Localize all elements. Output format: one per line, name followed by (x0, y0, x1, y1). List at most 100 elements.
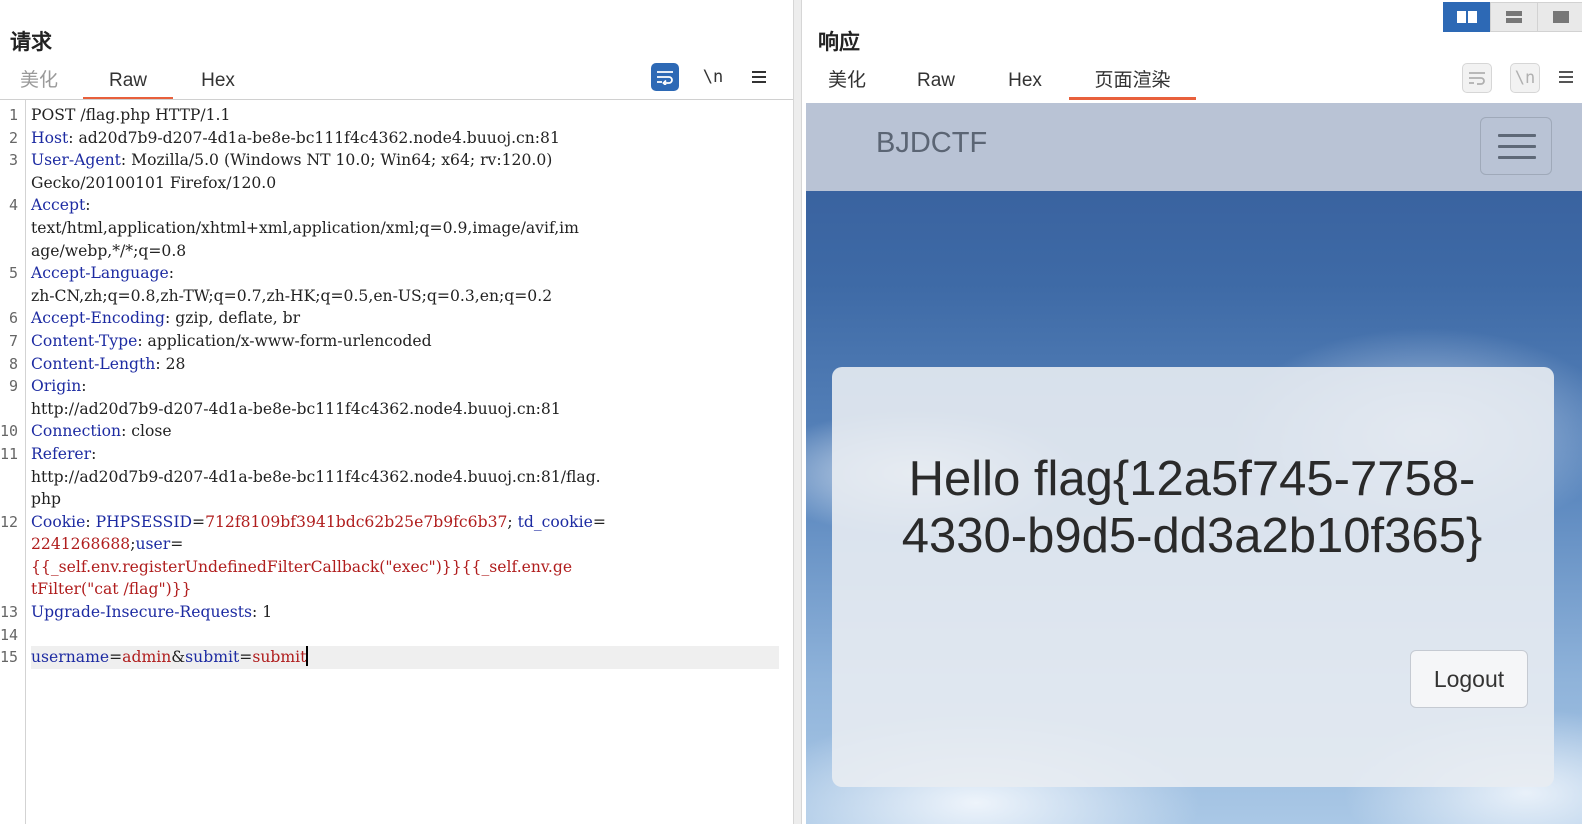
line-number: 6 (8, 309, 18, 328)
code-line: username=admin&submit=submit (31, 646, 779, 669)
line-number: 3 (8, 151, 18, 170)
header-name: Origin (31, 377, 82, 396)
code-line: POST /flag.php HTTP/1.1 (31, 104, 779, 127)
menu-icon[interactable] (746, 63, 772, 91)
code-text: zh-CN,zh;q=0.8,zh-TW;q=0.7,zh-HK;q=0.5,e… (31, 286, 553, 305)
line-number: 7 (8, 332, 18, 350)
request-tab-pretty[interactable]: 美化 (10, 66, 68, 100)
code-text: : Mozilla/5.0 (Windows NT 10.0; Win64; x… (120, 151, 553, 170)
word-wrap-glyph (657, 71, 673, 85)
header-name: Upgrade-Insecure-Requests (31, 603, 252, 622)
line-number: 9 (8, 377, 18, 396)
navbar-toggle-icon[interactable] (1480, 117, 1552, 175)
request-tab-hex[interactable]: Hex (188, 66, 248, 100)
header-name: Host (31, 128, 69, 147)
flag-message: Hello flag{12a5f745-7758-4330-b9d5-dd3a2… (901, 452, 1483, 563)
code-line: Content-Length: 28 (31, 353, 779, 376)
response-tab-pretty[interactable]: 美化 (822, 66, 872, 100)
line-number: 15 (0, 648, 19, 667)
code-line: Gecko/20100101 Firefox/120.0 (31, 172, 779, 195)
menu-glyph (1559, 71, 1573, 83)
welcome-card: Hello flag{12a5f745-7758-4330-b9d5-dd3a2… (832, 367, 1554, 787)
code-line: Referer: (31, 443, 779, 466)
word-wrap-icon[interactable] (651, 63, 679, 91)
line-number: 1 (8, 106, 18, 124)
line-number: 2 (8, 128, 18, 147)
code-line: Cookie: PHPSESSID=712f8109bf3941bdc62b25… (31, 511, 779, 534)
code-text: : (81, 377, 87, 396)
header-name: Content-Length (31, 354, 156, 373)
code-text: : close (121, 422, 172, 441)
side-by-side-glyph (1457, 11, 1477, 23)
param-value: admin (122, 648, 172, 667)
newline-icon[interactable]: \n (700, 63, 726, 91)
code-line: 2241268688;user= (31, 533, 779, 556)
line-number: 13 (0, 603, 19, 622)
code-text: : gzip, deflate, br (165, 309, 301, 328)
code-line: Accept-Encoding: gzip, deflate, br (31, 307, 779, 330)
site-navbar: BJDCTF (806, 103, 1582, 191)
code-line: http://ad20d7b9-d207-4d1a-be8e-bc111f4c4… (31, 398, 779, 421)
line-number: 14 (0, 625, 19, 644)
code-line: tFilter("cat /flag")}} (31, 578, 779, 601)
logout-button[interactable]: Logout (1410, 650, 1528, 708)
response-tab-hex[interactable]: Hex (1000, 66, 1050, 100)
code-text: : (91, 444, 97, 463)
header-name: Connection (31, 422, 122, 441)
code-line: zh-CN,zh;q=0.8,zh-TW;q=0.7,zh-HK;q=0.5,e… (31, 285, 779, 308)
response-title: 响应 (818, 31, 860, 54)
response-tab-render[interactable]: 页面渲染 (1069, 66, 1196, 100)
param-value: submit (252, 648, 307, 667)
code-text: = (192, 512, 206, 531)
line-number: 12 (0, 512, 19, 531)
word-wrap-icon[interactable] (1462, 63, 1492, 93)
header-name: Accept-Encoding (31, 309, 166, 328)
code-line: text/html,application/xhtml+xml,applicat… (31, 217, 779, 240)
code-line: Upgrade-Insecure-Requests: 1 (31, 601, 779, 624)
header-name: submit (185, 648, 240, 667)
line-number-gutter: 1 2 3 4 5 6 7 8 9 10 11 12 13 14 15 (0, 100, 26, 824)
header-name: Referer (31, 444, 92, 463)
code-text: text/html,application/xhtml+xml,applicat… (31, 218, 579, 237)
newline-icon[interactable]: \n (1510, 63, 1540, 93)
site-brand[interactable]: BJDCTF (876, 127, 987, 160)
code-text: = (109, 648, 123, 667)
menu-icon[interactable] (1558, 63, 1582, 91)
line-number: 4 (8, 196, 18, 215)
code-line: Content-Type: application/x-www-form-url… (31, 330, 779, 353)
code-text: & (171, 648, 186, 667)
code-text: : 1 (252, 603, 273, 622)
code-text: = (239, 648, 253, 667)
code-line: Accept-Language: (31, 262, 779, 285)
code-line: Host: ad20d7b9-d207-4d1a-be8e-bc111f4c43… (31, 127, 779, 150)
response-tab-raw[interactable]: Raw (910, 66, 962, 100)
response-pane: 响应 美化 Raw Hex 页面渲染 \n BJDCTF Hello flag{… (802, 0, 1582, 824)
rendered-page: BJDCTF Hello flag{12a5f745-7758-4330-b9d… (806, 103, 1582, 824)
word-wrap-glyph (1469, 72, 1485, 85)
code-text: php (31, 490, 62, 509)
layout-stacked-icon[interactable] (1490, 2, 1538, 32)
code-line: Connection: close (31, 420, 779, 443)
code-text: : application/x-www-form-urlencoded (137, 331, 432, 350)
header-name: Accept-Language (31, 264, 169, 283)
line-number: 8 (8, 354, 18, 373)
layout-switcher (1443, 2, 1582, 32)
code-text: http://ad20d7b9-d207-4d1a-be8e-bc111f4c4… (31, 399, 561, 418)
code-text: : (168, 264, 174, 283)
layout-single-icon[interactable] (1537, 2, 1582, 32)
code-text: : (85, 196, 91, 215)
param-value: 2241268688 (31, 535, 131, 554)
text-caret (306, 646, 309, 667)
request-title: 请求 (10, 31, 52, 54)
code-line: Origin: (31, 375, 779, 398)
request-tab-raw[interactable]: Raw (83, 66, 173, 100)
code-text: Gecko/20100101 Firefox/120.0 (31, 173, 277, 192)
pane-splitter[interactable] (793, 0, 802, 824)
header-name: td_cookie (517, 512, 593, 531)
header-name: PHPSESSID (95, 512, 192, 531)
code-text: = (592, 512, 606, 531)
header-name: Content-Type (31, 331, 138, 350)
layout-side-by-side-icon[interactable] (1443, 2, 1491, 32)
raw-request-editor[interactable]: POST /flag.php HTTP/1.1 Host: ad20d7b9-d2… (31, 104, 779, 669)
